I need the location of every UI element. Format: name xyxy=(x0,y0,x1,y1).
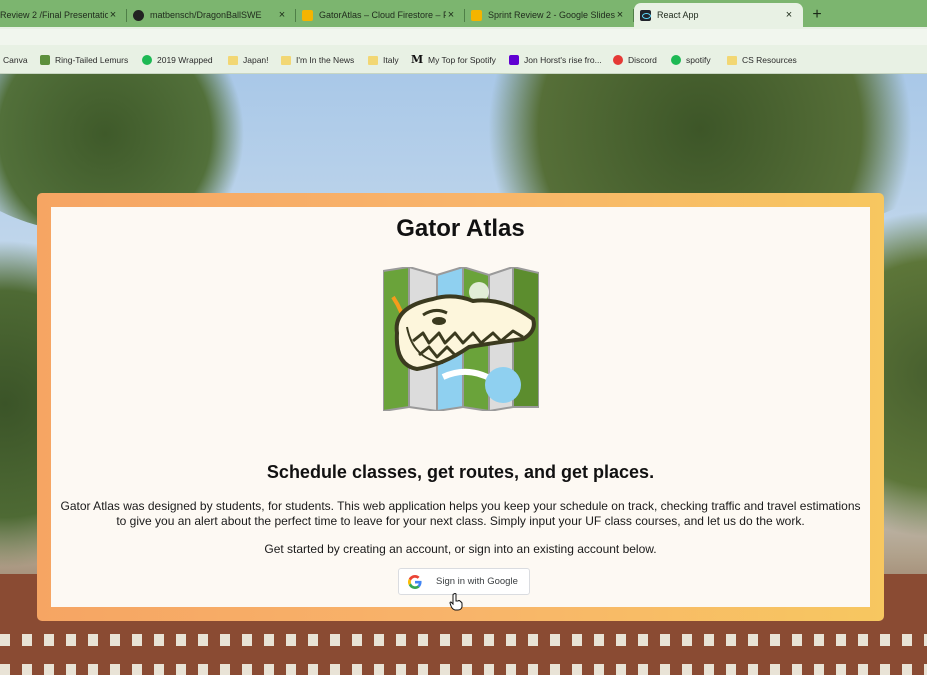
bookmark-label: Canva xyxy=(3,55,28,65)
bookmark-label: Discord xyxy=(628,55,657,65)
bookmark-canva[interactable]: Canva xyxy=(0,55,28,65)
tab-title: matbensch/DragonBallSWE xyxy=(150,10,262,20)
bookmark-label: I'm In the News xyxy=(296,55,355,65)
welcome-card: Gator Atlas Schedule classes, get routes… xyxy=(51,207,870,607)
get-started-text: Get started by creating an account, or s… xyxy=(264,542,657,556)
bookmark-spotify[interactable]: spotify xyxy=(671,55,711,65)
tab-bar: Review 2 /Final Presentatio × matbensch/… xyxy=(0,0,927,27)
discord-icon xyxy=(613,55,623,65)
react-icon xyxy=(640,9,651,21)
bookmark-label: spotify xyxy=(686,55,711,65)
firebase-icon xyxy=(302,9,313,21)
bookmark-2019-wrapped[interactable]: 2019 Wrapped xyxy=(142,55,213,65)
app-description: Gator Atlas was designed by students, fo… xyxy=(60,499,861,528)
tab-react-app[interactable]: React App × xyxy=(634,3,803,27)
google-g-icon xyxy=(408,574,422,589)
yahoo-icon xyxy=(509,55,519,65)
tab-title: GatorAtlas – Cloud Firestore – Fi xyxy=(319,10,446,20)
bookmark-label: Japan! xyxy=(243,55,269,65)
tab-google-slides[interactable]: Sprint Review 2 - Google Slides × xyxy=(465,3,634,27)
folder-icon xyxy=(281,55,291,65)
close-icon[interactable]: × xyxy=(277,10,287,21)
bookmark-label: Jon Horst's rise fro... xyxy=(524,55,602,65)
omnibox[interactable] xyxy=(0,29,927,45)
bookmark-label: Italy xyxy=(383,55,399,65)
bookmark-discord[interactable]: Discord xyxy=(613,55,657,65)
bookmark-jon-horst[interactable]: Jon Horst's rise fro... xyxy=(509,55,602,65)
bookmark-cs-resources[interactable]: CS Resources xyxy=(727,55,797,65)
tab-review-2[interactable]: Review 2 /Final Presentatio × xyxy=(0,3,127,27)
bookmark-label: My Top for Spotify xyxy=(428,55,496,65)
spotify-icon xyxy=(671,55,681,65)
google-sign-in-label: Sign in with Google xyxy=(436,576,518,587)
lemur-icon xyxy=(40,55,50,65)
close-icon[interactable]: × xyxy=(108,10,118,21)
bookmark-in-the-news[interactable]: I'm In the News xyxy=(281,55,354,65)
building-windows xyxy=(0,664,927,675)
folder-icon xyxy=(368,55,378,65)
folder-icon xyxy=(727,55,737,65)
medium-icon: M xyxy=(411,53,424,66)
tab-firestore[interactable]: GatorAtlas – Cloud Firestore – Fi × xyxy=(296,3,465,27)
github-icon xyxy=(133,9,144,21)
gator-map-logo xyxy=(383,267,539,411)
spotify-icon xyxy=(142,55,152,65)
bookmark-japan[interactable]: Japan! xyxy=(228,55,269,65)
building-windows xyxy=(0,634,927,646)
page-title: Gator Atlas xyxy=(396,215,525,242)
folder-icon xyxy=(228,55,238,65)
close-icon[interactable]: × xyxy=(784,10,794,21)
new-tab-button[interactable]: + xyxy=(805,3,829,27)
tab-github[interactable]: matbensch/DragonBallSWE × xyxy=(127,3,296,27)
tab-title: React App xyxy=(657,10,699,20)
tab-title: Sprint Review 2 - Google Slides xyxy=(488,10,615,20)
close-icon[interactable]: × xyxy=(615,10,625,21)
bookmark-my-top-spotify[interactable]: M My Top for Spotify xyxy=(411,53,496,66)
hand-cursor-icon xyxy=(449,593,463,611)
tagline-heading: Schedule classes, get routes, and get pl… xyxy=(266,462,655,482)
bookmark-label: Ring-Tailed Lemurs xyxy=(55,55,129,65)
slides-icon xyxy=(471,9,482,21)
bookmarks-bar: Canva Ring-Tailed Lemurs 2019 Wrapped Ja… xyxy=(0,47,927,74)
google-sign-in-button[interactable]: Sign in with Google xyxy=(398,568,530,595)
bookmark-label: 2019 Wrapped xyxy=(157,55,213,65)
tab-title: Review 2 /Final Presentatio xyxy=(0,10,108,20)
bookmark-ring-tailed-lemurs[interactable]: Ring-Tailed Lemurs xyxy=(40,55,128,65)
address-bar-area xyxy=(0,27,927,47)
bookmark-italy[interactable]: Italy xyxy=(368,55,399,65)
bookmark-label: CS Resources xyxy=(742,55,797,65)
close-icon[interactable]: × xyxy=(446,10,456,21)
